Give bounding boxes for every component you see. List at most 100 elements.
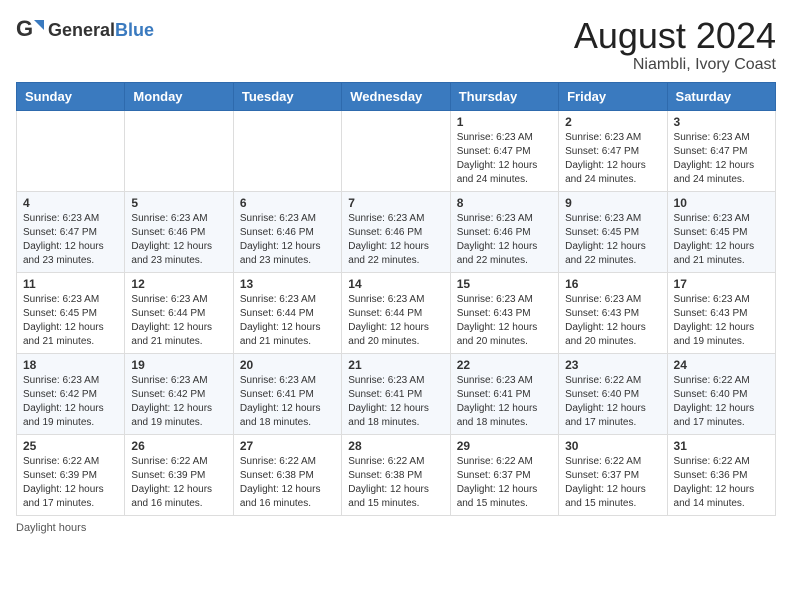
day-info: Sunrise: 6:22 AM Sunset: 6:38 PM Dayligh…: [240, 455, 335, 511]
day-number: 27: [240, 439, 335, 453]
day-info: Sunrise: 6:23 AM Sunset: 6:45 PM Dayligh…: [674, 212, 769, 268]
day-number: 30: [565, 439, 660, 453]
day-number: 13: [240, 277, 335, 291]
calendar-cell: 16 Sunrise: 6:23 AM Sunset: 6:43 PM Dayli…: [559, 272, 667, 353]
calendar-cell: 17 Sunrise: 6:23 AM Sunset: 6:43 PM Dayli…: [667, 272, 775, 353]
calendar-cell: 11 Sunrise: 6:23 AM Sunset: 6:45 PM Dayli…: [17, 272, 125, 353]
calendar-cell: 20 Sunrise: 6:23 AM Sunset: 6:41 PM Dayli…: [233, 353, 341, 434]
day-number: 16: [565, 277, 660, 291]
svg-text:G: G: [16, 16, 33, 41]
calendar-cell: 12Sunrise: 6:23 AM Sunset: 6:44 PM Dayli…: [125, 272, 233, 353]
calendar-cell: 10Sunrise: 6:23 AM Sunset: 6:45 PM Dayli…: [667, 191, 775, 272]
day-info: Sunrise: 6:23 AM Sunset: 6:47 PM Dayligh…: [674, 131, 769, 187]
calendar-cell: 2 Sunrise: 6:23 AM Sunset: 6:47 PM Daylig…: [559, 110, 667, 191]
calendar-week-row: 25 Sunrise: 6:22 AM Sunset: 6:39 PM Dayli…: [17, 434, 776, 515]
calendar-header-row: SundayMondayTuesdayWednesdayThursdayFrid…: [17, 82, 776, 110]
day-info: Sunrise: 6:23 AM Sunset: 6:44 PM Dayligh…: [131, 293, 226, 349]
calendar-week-row: 4 Sunrise: 6:23 AM Sunset: 6:47 PM Daylig…: [17, 191, 776, 272]
day-info: Sunrise: 6:23 AM Sunset: 6:46 PM Dayligh…: [131, 212, 226, 268]
calendar-cell: 22 Sunrise: 6:23 AM Sunset: 6:41 PM Dayli…: [450, 353, 558, 434]
day-info: Sunrise: 6:22 AM Sunset: 6:38 PM Dayligh…: [348, 455, 443, 511]
logo: G GeneralBlue: [16, 16, 154, 44]
day-number: 9: [565, 196, 660, 210]
daylight-hours-label: Daylight hours: [16, 522, 86, 534]
day-number: 22: [457, 358, 552, 372]
calendar-day-header: Thursday: [450, 82, 558, 110]
day-number: 7: [348, 196, 443, 210]
calendar-cell: 13 Sunrise: 6:23 AM Sunset: 6:44 PM Dayli…: [233, 272, 341, 353]
calendar-table: SundayMondayTuesdayWednesdayThursdayFrid…: [16, 82, 776, 516]
calendar-cell: 7Sunrise: 6:23 AM Sunset: 6:46 PM Daylig…: [342, 191, 450, 272]
day-info: Sunrise: 6:23 AM Sunset: 6:42 PM Dayligh…: [23, 374, 118, 430]
logo-icon: G: [16, 16, 44, 44]
day-number: 28: [348, 439, 443, 453]
calendar-cell: 24Sunrise: 6:22 AM Sunset: 6:40 PM Dayli…: [667, 353, 775, 434]
day-info: Sunrise: 6:23 AM Sunset: 6:44 PM Dayligh…: [348, 293, 443, 349]
day-info: Sunrise: 6:22 AM Sunset: 6:40 PM Dayligh…: [565, 374, 660, 430]
day-info: Sunrise: 6:23 AM Sunset: 6:46 PM Dayligh…: [240, 212, 335, 268]
day-info: Sunrise: 6:22 AM Sunset: 6:39 PM Dayligh…: [23, 455, 118, 511]
calendar-cell: [125, 110, 233, 191]
day-info: Sunrise: 6:23 AM Sunset: 6:47 PM Dayligh…: [23, 212, 118, 268]
logo-blue: Blue: [115, 20, 154, 40]
day-number: 4: [23, 196, 118, 210]
day-number: 29: [457, 439, 552, 453]
calendar-day-header: Monday: [125, 82, 233, 110]
logo-general: General: [48, 20, 115, 40]
day-number: 20: [240, 358, 335, 372]
calendar-cell: 4 Sunrise: 6:23 AM Sunset: 6:47 PM Daylig…: [17, 191, 125, 272]
calendar-cell: 28 Sunrise: 6:22 AM Sunset: 6:38 PM Dayli…: [342, 434, 450, 515]
day-number: 31: [674, 439, 769, 453]
day-info: Sunrise: 6:23 AM Sunset: 6:43 PM Dayligh…: [457, 293, 552, 349]
day-info: Sunrise: 6:23 AM Sunset: 6:45 PM Dayligh…: [23, 293, 118, 349]
day-info: Sunrise: 6:23 AM Sunset: 6:43 PM Dayligh…: [674, 293, 769, 349]
calendar-cell: 25 Sunrise: 6:22 AM Sunset: 6:39 PM Dayli…: [17, 434, 125, 515]
calendar-cell: 29 Sunrise: 6:22 AM Sunset: 6:37 PM Dayli…: [450, 434, 558, 515]
page-header: G GeneralBlue August 2024 Niambli, Ivory…: [16, 16, 776, 74]
day-number: 3: [674, 115, 769, 129]
day-info: Sunrise: 6:23 AM Sunset: 6:41 PM Dayligh…: [240, 374, 335, 430]
calendar-week-row: 18Sunrise: 6:23 AM Sunset: 6:42 PM Dayli…: [17, 353, 776, 434]
calendar-week-row: 11 Sunrise: 6:23 AM Sunset: 6:45 PM Dayli…: [17, 272, 776, 353]
day-number: 21: [348, 358, 443, 372]
calendar-cell: 26Sunrise: 6:22 AM Sunset: 6:39 PM Dayli…: [125, 434, 233, 515]
day-info: Sunrise: 6:22 AM Sunset: 6:40 PM Dayligh…: [674, 374, 769, 430]
day-number: 25: [23, 439, 118, 453]
calendar-cell: 18Sunrise: 6:23 AM Sunset: 6:42 PM Dayli…: [17, 353, 125, 434]
day-info: Sunrise: 6:23 AM Sunset: 6:41 PM Dayligh…: [348, 374, 443, 430]
day-info: Sunrise: 6:23 AM Sunset: 6:45 PM Dayligh…: [565, 212, 660, 268]
day-number: 19: [131, 358, 226, 372]
day-info: Sunrise: 6:22 AM Sunset: 6:37 PM Dayligh…: [565, 455, 660, 511]
day-info: Sunrise: 6:23 AM Sunset: 6:46 PM Dayligh…: [457, 212, 552, 268]
calendar-cell: [342, 110, 450, 191]
calendar-cell: 31 Sunrise: 6:22 AM Sunset: 6:36 PM Dayli…: [667, 434, 775, 515]
calendar-cell: 3 Sunrise: 6:23 AM Sunset: 6:47 PM Daylig…: [667, 110, 775, 191]
calendar-cell: [233, 110, 341, 191]
calendar-cell: 6Sunrise: 6:23 AM Sunset: 6:46 PM Daylig…: [233, 191, 341, 272]
day-number: 26: [131, 439, 226, 453]
day-info: Sunrise: 6:23 AM Sunset: 6:41 PM Dayligh…: [457, 374, 552, 430]
day-info: Sunrise: 6:23 AM Sunset: 6:47 PM Dayligh…: [457, 131, 552, 187]
day-number: 2: [565, 115, 660, 129]
day-info: Sunrise: 6:22 AM Sunset: 6:37 PM Dayligh…: [457, 455, 552, 511]
day-info: Sunrise: 6:23 AM Sunset: 6:43 PM Dayligh…: [565, 293, 660, 349]
day-number: 14: [348, 277, 443, 291]
calendar-day-header: Sunday: [17, 82, 125, 110]
calendar-cell: 27 Sunrise: 6:22 AM Sunset: 6:38 PM Dayli…: [233, 434, 341, 515]
calendar-cell: 19Sunrise: 6:23 AM Sunset: 6:42 PM Dayli…: [125, 353, 233, 434]
calendar-cell: 21 Sunrise: 6:23 AM Sunset: 6:41 PM Dayli…: [342, 353, 450, 434]
calendar-day-header: Friday: [559, 82, 667, 110]
day-number: 8: [457, 196, 552, 210]
subtitle: Niambli, Ivory Coast: [574, 56, 776, 74]
day-number: 23: [565, 358, 660, 372]
day-info: Sunrise: 6:23 AM Sunset: 6:44 PM Dayligh…: [240, 293, 335, 349]
title-block: August 2024 Niambli, Ivory Coast: [574, 16, 776, 74]
day-number: 1: [457, 115, 552, 129]
day-info: Sunrise: 6:22 AM Sunset: 6:36 PM Dayligh…: [674, 455, 769, 511]
day-number: 11: [23, 277, 118, 291]
calendar-day-header: Wednesday: [342, 82, 450, 110]
day-number: 17: [674, 277, 769, 291]
calendar-cell: 14 Sunrise: 6:23 AM Sunset: 6:44 PM Dayli…: [342, 272, 450, 353]
calendar-week-row: 1 Sunrise: 6:23 AM Sunset: 6:47 PM Daylig…: [17, 110, 776, 191]
day-info: Sunrise: 6:23 AM Sunset: 6:47 PM Dayligh…: [565, 131, 660, 187]
